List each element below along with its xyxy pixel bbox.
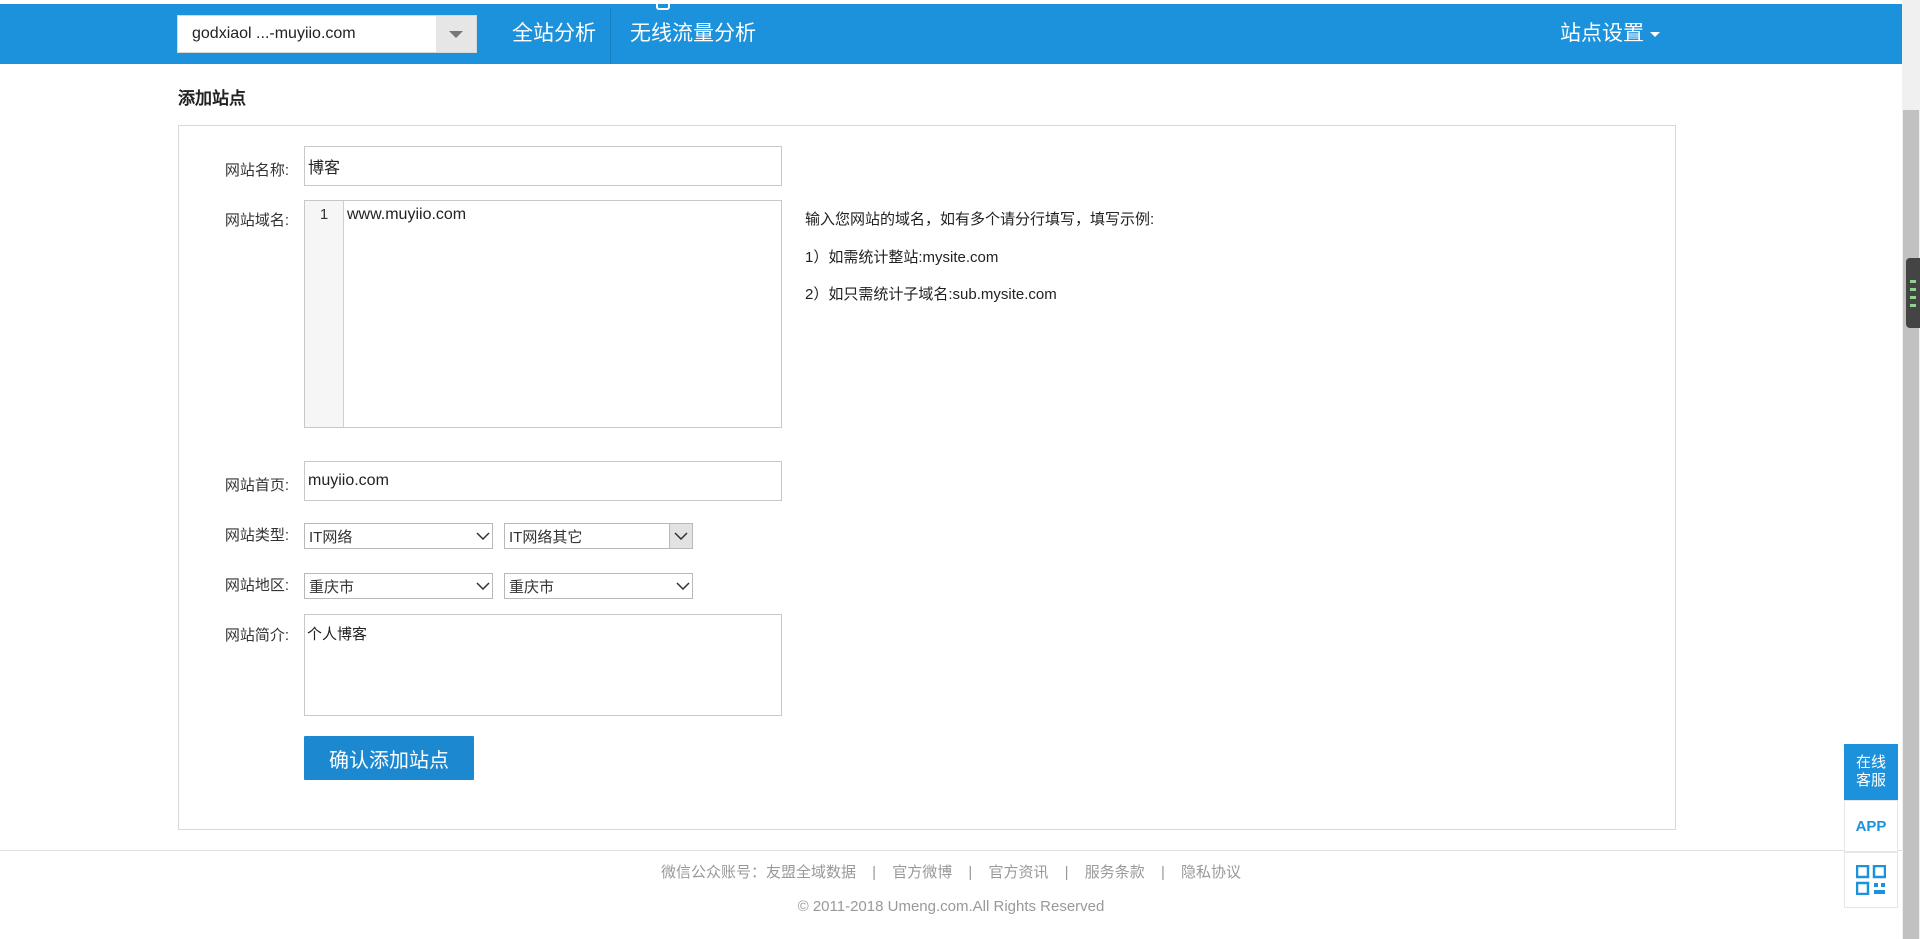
footer-copyright: © 2011-2018 Umeng.com.All Rights Reserve… xyxy=(797,898,1105,915)
site-domain-value: www.muyiio.com xyxy=(347,206,467,223)
site-domain-editor[interactable]: 1 www.muyiio.com xyxy=(304,200,782,428)
footer-privacy-link[interactable]: 隐私协议 xyxy=(1181,864,1241,881)
chevron-down-icon xyxy=(474,574,492,598)
page-scrollbar[interactable] xyxy=(1902,0,1920,939)
chevron-down-icon[interactable] xyxy=(436,16,476,52)
footer-separator: | xyxy=(1064,864,1069,881)
footer-separator: | xyxy=(968,864,973,881)
line-number: 1 xyxy=(305,201,344,427)
homepage-label: 网站首页: xyxy=(224,477,289,494)
site-type-primary-select[interactable]: IT网络 xyxy=(304,523,493,549)
add-site-form: 网站名称: 博客 网站域名: 1 www.muyiio.com 输入您网站的域名… xyxy=(178,125,1676,830)
footer-news-link[interactable]: 官方资讯 xyxy=(988,864,1048,881)
site-type-primary-value: IT网络 xyxy=(309,528,353,546)
region-city-select[interactable]: 重庆市 xyxy=(504,573,693,599)
top-header: godxiaol ...-muyiio.com 全站分析 无线流量分析 站点设置 xyxy=(0,0,1902,64)
scrollbar-thumb[interactable] xyxy=(1903,110,1919,939)
nav-all-site-analysis[interactable]: 全站分析 xyxy=(512,8,596,64)
footer-weibo-link[interactable]: 官方微博 xyxy=(892,864,952,881)
footer-links: 微信公众账号：友盟全域数据 | 官方微博 | 官方资讯 | 服务条款 | 隐私协… xyxy=(0,861,1902,882)
footer-terms-link[interactable]: 服务条款 xyxy=(1085,864,1145,881)
app-button[interactable]: APP xyxy=(1844,800,1898,852)
confirm-add-site-button[interactable]: 确认添加站点 xyxy=(304,736,474,780)
domain-hint-title: 输入您网站的域名，如有多个请分行填写，填写示例: xyxy=(805,211,1155,228)
nav-wireless-analysis[interactable]: 无线流量分析 xyxy=(630,8,756,64)
edge-widget-icon[interactable] xyxy=(1906,258,1920,328)
site-selector[interactable]: godxiaol ...-muyiio.com xyxy=(177,15,477,53)
online-service-line1: 在线 xyxy=(1855,754,1886,771)
site-selector-value: godxiaol ...-muyiio.com xyxy=(192,25,356,42)
region-province-value: 重庆市 xyxy=(309,578,355,596)
nav-site-settings[interactable]: 站点设置 xyxy=(1560,8,1660,64)
footer-divider xyxy=(0,850,1902,851)
footer-separator: | xyxy=(1160,864,1165,881)
chevron-down-icon xyxy=(669,524,692,548)
nav-divider xyxy=(610,8,611,64)
online-service-button[interactable]: 在线 客服 xyxy=(1844,744,1898,800)
online-service-line2: 客服 xyxy=(1855,772,1886,789)
nav-site-settings-label: 站点设置 xyxy=(1560,22,1644,45)
region-province-select[interactable]: 重庆市 xyxy=(304,573,493,599)
site-region-label: 网站地区: xyxy=(224,577,289,594)
qr-code-icon xyxy=(1856,865,1886,895)
qr-code-button[interactable] xyxy=(1844,852,1898,908)
homepage-input[interactable]: muyiio.com xyxy=(304,461,782,501)
page-title: 添加站点 xyxy=(178,89,246,108)
domain-hint-2: 2）如只需统计子域名:sub.mysite.com xyxy=(805,286,1057,303)
footer-wechat: 微信公众账号：友盟全域数据 xyxy=(660,864,856,881)
region-city-value: 重庆市 xyxy=(509,578,555,596)
site-intro-textarea[interactable]: 个人博客 xyxy=(304,614,782,716)
site-name-input[interactable]: 博客 xyxy=(304,146,782,186)
chevron-down-icon xyxy=(474,524,492,548)
site-type-secondary-value: IT网络其它 xyxy=(509,528,583,546)
chevron-down-icon xyxy=(674,574,692,598)
domain-hint-1: 1）如需统计整站:mysite.com xyxy=(805,249,999,266)
footer-separator: | xyxy=(872,864,877,881)
site-intro-label: 网站简介: xyxy=(224,627,289,644)
site-type-label: 网站类型: xyxy=(224,527,289,544)
caret-down-icon xyxy=(1650,31,1660,37)
site-name-label: 网站名称: xyxy=(224,162,289,179)
site-type-secondary-select[interactable]: IT网络其它 xyxy=(504,523,693,549)
site-domain-label: 网站域名: xyxy=(224,212,289,229)
